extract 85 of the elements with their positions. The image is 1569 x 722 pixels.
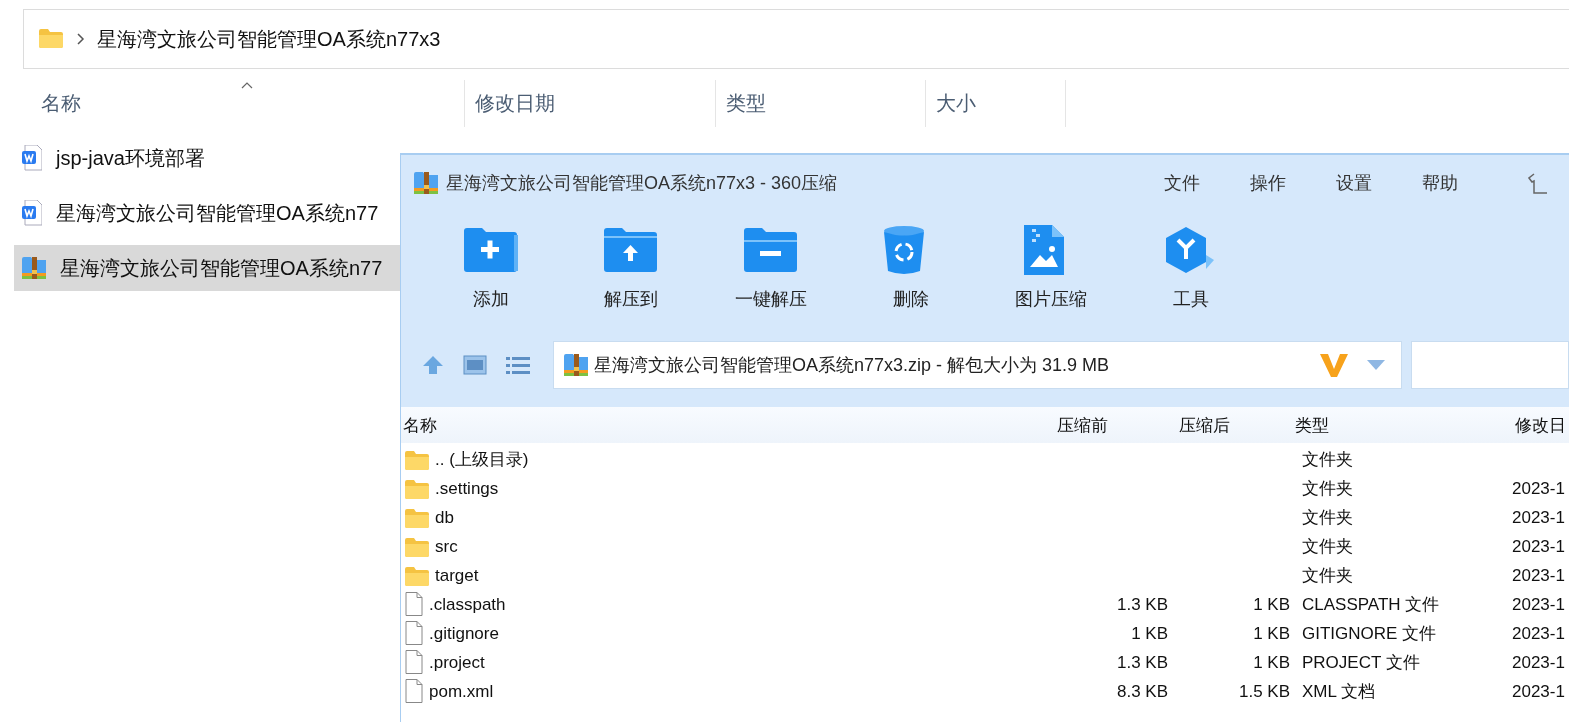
column-header[interactable]: 修改日 (1505, 413, 1569, 437)
file-name: jsp-java环境部署 (56, 145, 205, 171)
column-header[interactable]: 类型 (1295, 413, 1505, 437)
table-cell: 2023-1 (1512, 623, 1565, 643)
file-name: pom.xml (429, 681, 494, 702)
v-logo-icon (1319, 352, 1349, 378)
table-cell: 文件夹 (1302, 450, 1353, 469)
table-cell: 2023-1 (1512, 478, 1565, 498)
table-cell: 1 KB (1253, 652, 1290, 672)
document-icon (22, 200, 42, 226)
path-field[interactable]: 星海湾文旅公司智能管理OA系统n77x3.zip - 解包大小为 31.9 MB (553, 341, 1402, 389)
file-icon (405, 650, 423, 675)
table-cell: 2023-1 (1512, 594, 1565, 614)
table-cell: 文件夹 (1302, 508, 1353, 527)
column-header[interactable]: 类型 (716, 80, 926, 127)
column-header[interactable]: 名称 (401, 413, 1051, 437)
toolbar-button[interactable]: 图片压缩 (981, 211, 1121, 339)
menu-item[interactable]: 操作 (1250, 171, 1286, 195)
table-cell: GITIGNORE 文件 (1302, 624, 1437, 643)
file-name: .gitignore (429, 623, 499, 644)
file-name: .project (429, 652, 485, 673)
table-cell: 2023-1 (1512, 565, 1565, 585)
file-row[interactable]: jsp-java环境部署 (14, 135, 400, 181)
up-arrow-icon[interactable] (422, 355, 444, 375)
table-cell: 1 KB (1131, 623, 1168, 643)
table-cell: 2023-1 (1512, 536, 1565, 556)
menu-item[interactable]: 帮助 (1422, 171, 1458, 195)
folder-icon (39, 28, 65, 50)
table-cell: 文件夹 (1302, 537, 1353, 556)
folder-icon (405, 507, 429, 528)
address-bar[interactable]: 星海湾文旅公司智能管理OA系统n77x3 (23, 9, 1569, 69)
table-cell: 1 KB (1253, 623, 1290, 643)
table-cell: 8.3 KB (1116, 681, 1168, 701)
toolbar-button[interactable]: 一键解压 (701, 211, 841, 339)
column-header[interactable]: 压缩前 (1051, 413, 1173, 437)
column-header[interactable]: 压缩后 (1173, 413, 1295, 437)
toolbar-button[interactable]: 添加 (421, 211, 561, 339)
file-icon (405, 621, 423, 646)
table-cell: 1 KB (1253, 594, 1290, 614)
menu-item[interactable]: 文件 (1164, 171, 1200, 195)
file-name: .settings (435, 478, 499, 499)
table-cell: 1.3 KB (1116, 594, 1168, 614)
table-cell: XML 文档 (1302, 682, 1376, 701)
file-row[interactable]: 星海湾文旅公司智能管理OA系统n77 (14, 245, 400, 291)
list-view-icon[interactable] (506, 355, 530, 375)
chevron-icon (77, 33, 85, 45)
table-cell: 2023-1 (1512, 652, 1565, 672)
file-icon (405, 679, 423, 704)
search-field[interactable] (1411, 341, 1569, 389)
table-cell: CLASSPATH 文件 (1302, 595, 1440, 614)
file-icon (405, 592, 423, 617)
column-header[interactable]: 名称 (0, 80, 465, 127)
folder-icon (405, 449, 429, 470)
table-cell: 2023-1 (1512, 681, 1565, 701)
table-cell: 文件夹 (1302, 566, 1353, 585)
table-cell: 1.5 KB (1238, 681, 1290, 701)
menu-item[interactable]: 设置 (1336, 171, 1372, 195)
archive-icon (22, 256, 46, 280)
view-icon[interactable] (463, 355, 487, 375)
column-header[interactable]: 大小 (926, 80, 1066, 127)
file-name: 星海湾文旅公司智能管理OA系统n77 (60, 255, 383, 281)
toolbar-button[interactable]: 删除 (841, 211, 981, 339)
file-name: .. (上级目录) (435, 449, 529, 471)
toolbar-button[interactable]: 工具 (1121, 211, 1261, 339)
table-cell: 1.3 KB (1116, 652, 1168, 672)
document-icon (22, 145, 42, 171)
table-cell: PROJECT 文件 (1302, 653, 1420, 672)
table-cell: 2023-1 (1512, 507, 1565, 527)
folder-icon (405, 478, 429, 499)
file-name: 星海湾文旅公司智能管理OA系统n77 (56, 200, 379, 226)
file-name: .classpath (429, 594, 506, 615)
window-title: 星海湾文旅公司智能管理OA系统n77x3 - 360压缩 (446, 172, 839, 195)
file-name: db (435, 507, 454, 528)
archive-icon (564, 353, 588, 377)
archive-icon (414, 171, 438, 195)
file-row[interactable]: 星海湾文旅公司智能管理OA系统n77 (14, 190, 400, 236)
folder-icon (405, 565, 429, 586)
toolbar-button[interactable]: 解压到 (561, 211, 701, 339)
file-name: target (435, 565, 479, 586)
file-name: src (435, 536, 458, 557)
dropdown-caret-icon[interactable] (1367, 360, 1385, 370)
table-cell: 文件夹 (1302, 479, 1353, 498)
column-header[interactable]: 修改日期 (465, 80, 716, 127)
breadcrumb[interactable]: 星海湾文旅公司智能管理OA系统n77x3 (97, 25, 441, 53)
folder-icon (405, 536, 429, 557)
